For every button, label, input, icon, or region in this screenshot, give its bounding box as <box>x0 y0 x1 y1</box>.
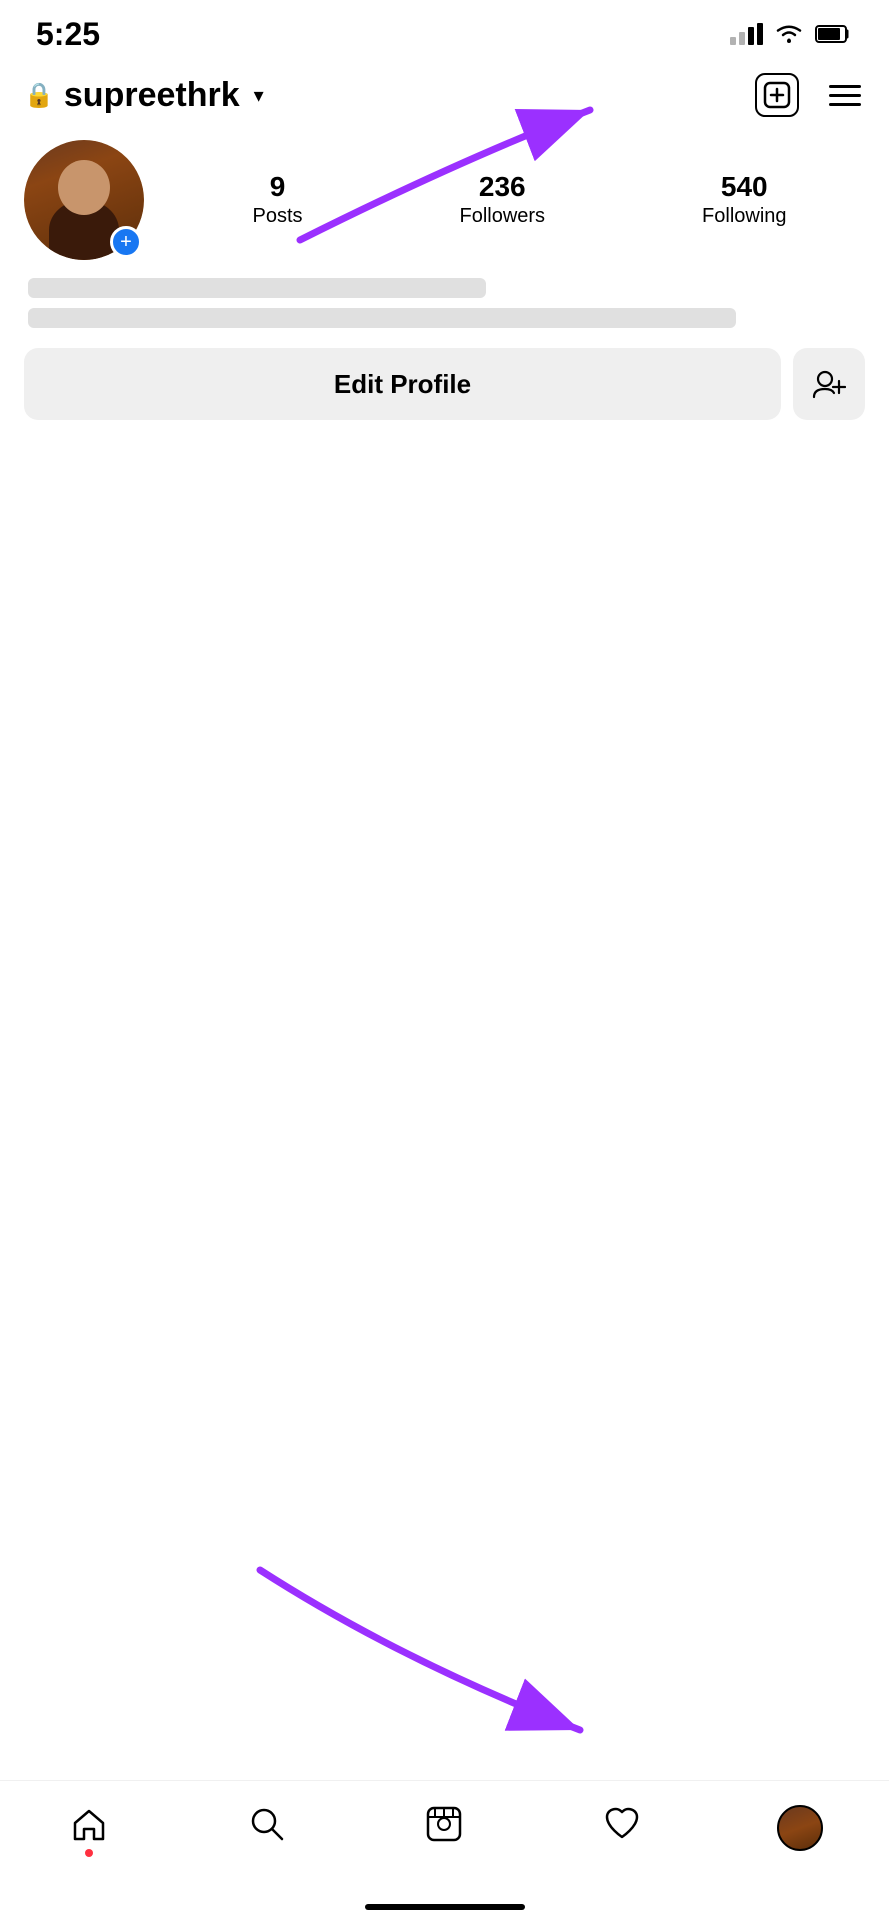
new-post-icon <box>755 73 799 117</box>
posts-count: 9 <box>270 173 286 201</box>
bottom-nav <box>0 1780 889 1920</box>
new-post-button[interactable] <box>753 71 801 119</box>
nav-home-dot <box>85 1849 93 1857</box>
search-icon <box>248 1805 286 1849</box>
battery-icon <box>815 23 853 45</box>
avatar-wrapper: + <box>24 140 144 260</box>
wifi-icon <box>773 22 805 46</box>
home-indicator <box>365 1904 525 1910</box>
username-area[interactable]: 🔒 supreethrk ▾ <box>24 76 264 115</box>
add-person-icon <box>812 369 846 399</box>
username: supreethrk <box>64 76 240 115</box>
profile-row: + 9 Posts 236 Followers 540 Following <box>24 140 865 260</box>
nav-reels[interactable] <box>356 1797 534 1849</box>
profile-section: + 9 Posts 236 Followers 540 Following Ed… <box>0 130 889 420</box>
nav-search[interactable] <box>178 1797 356 1849</box>
status-icons <box>730 22 853 46</box>
arrow-annotation-bottom <box>200 1540 640 1760</box>
following-label: Following <box>702 205 786 228</box>
signal-icon <box>730 23 763 45</box>
nav-profile-avatar <box>777 1805 823 1851</box>
stats-area: 9 Posts 236 Followers 540 Following <box>174 173 865 228</box>
lock-icon: 🔒 <box>24 81 54 110</box>
header-actions <box>753 71 865 119</box>
followers-stat[interactable]: 236 Followers <box>459 173 545 228</box>
home-icon <box>70 1805 108 1849</box>
menu-line-2 <box>829 94 861 97</box>
nav-home[interactable] <box>0 1797 178 1849</box>
chevron-down-icon: ▾ <box>254 83 264 108</box>
action-buttons: Edit Profile <box>24 348 865 420</box>
heart-icon <box>603 1805 641 1849</box>
edit-profile-button[interactable]: Edit Profile <box>24 348 781 420</box>
followers-count: 236 <box>479 173 526 201</box>
nav-activity[interactable] <box>533 1797 711 1849</box>
add-story-button[interactable]: + <box>110 226 142 258</box>
followers-label: Followers <box>459 205 545 228</box>
following-count: 540 <box>721 173 768 201</box>
header: 🔒 supreethrk ▾ <box>0 60 889 130</box>
bio-line-2 <box>28 308 736 328</box>
edit-profile-label: Edit Profile <box>334 369 471 400</box>
menu-button[interactable] <box>825 81 865 110</box>
status-time: 5:25 <box>36 16 100 53</box>
menu-line-3 <box>829 103 861 106</box>
add-friend-button[interactable] <box>793 348 865 420</box>
menu-line-1 <box>829 85 861 88</box>
posts-stat[interactable]: 9 Posts <box>252 173 302 228</box>
status-bar: 5:25 <box>0 0 889 60</box>
nav-profile[interactable] <box>711 1797 889 1851</box>
bio-area <box>24 278 865 328</box>
following-stat[interactable]: 540 Following <box>702 173 786 228</box>
bio-line-1 <box>28 278 486 298</box>
reels-icon <box>425 1805 463 1849</box>
posts-label: Posts <box>252 205 302 228</box>
